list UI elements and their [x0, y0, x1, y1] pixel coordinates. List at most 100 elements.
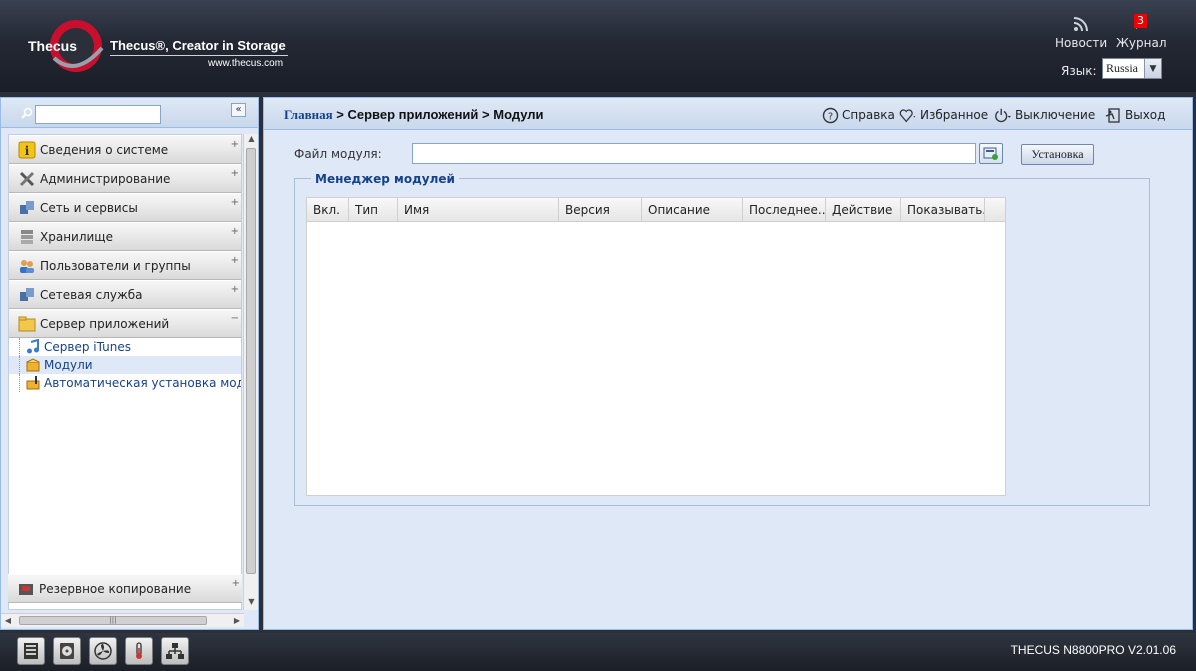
browse-icon	[983, 147, 998, 160]
shutdown-button[interactable]: Выключение	[994, 106, 1095, 124]
app-window: Thecus Thecus®, Creator in Storage www.t…	[0, 0, 1196, 671]
menu-item-app-server[interactable]: Сервер приложений −	[9, 309, 241, 338]
collapse-icon[interactable]: −	[231, 313, 239, 324]
breadcrumb-home-link[interactable]: Главная	[284, 107, 333, 122]
expand-icon[interactable]: +	[232, 578, 240, 589]
collapse-panel-button[interactable]: «	[231, 103, 246, 117]
column-header-name[interactable]: Имя	[398, 198, 559, 221]
server-icon	[24, 643, 38, 659]
menu-vertical-scrollbar[interactable]: ▲ ▼	[243, 134, 258, 610]
storage-icon	[17, 228, 37, 246]
lan-icon	[166, 643, 184, 659]
system-status-button[interactable]	[17, 637, 45, 665]
language-select[interactable]: Russia ▼	[1102, 58, 1162, 79]
info-icon: i	[17, 141, 37, 159]
submenu-item-auto-install[interactable]: Автоматическая установка модуле	[9, 374, 241, 392]
column-header-action[interactable]: Действие	[826, 198, 901, 221]
favorites-label: Избранное	[920, 108, 989, 122]
logout-button[interactable]: Выход	[1104, 106, 1165, 124]
breadcrumb-separator: >	[332, 107, 348, 122]
expand-icon[interactable]: +	[231, 139, 239, 150]
module-icon	[25, 357, 41, 373]
firmware-version: THECUS N8800PRO V2.01.06	[1010, 643, 1176, 657]
column-header-description[interactable]: Описание	[642, 198, 743, 221]
menu-item-label: Сведения о системе	[40, 142, 169, 157]
menu-item-backup[interactable]: Резервное копирование +	[8, 574, 242, 603]
column-header-enabled[interactable]: Вкл.	[307, 198, 349, 221]
menu-item-label: Администрирование	[40, 171, 171, 186]
module-manager-panel: Менеджер модулей Вкл. Тип Имя Версия Опи…	[294, 172, 1150, 506]
menu-horizontal-scrollbar[interactable]: ◀ ||| ▶	[1, 613, 244, 627]
menu-item-label: Сетевая служба	[40, 287, 143, 302]
scroll-left-icon[interactable]: ◀	[1, 614, 15, 628]
expand-icon[interactable]: +	[231, 168, 239, 179]
menu-search-input[interactable]	[35, 105, 161, 124]
menu-item-system-info[interactable]: i Сведения о системе +	[9, 135, 241, 164]
help-button[interactable]: ? Справка	[821, 106, 895, 124]
tools-icon	[17, 170, 37, 188]
auto-install-icon	[25, 375, 41, 391]
help-label: Справка	[842, 108, 895, 122]
menu-item-users-groups[interactable]: Пользователи и группы +	[9, 251, 241, 280]
network-icon	[17, 199, 37, 217]
module-file-input[interactable]	[412, 143, 976, 164]
menu-item-label: Сеть и сервисы	[40, 200, 138, 215]
brand-divider	[110, 55, 288, 56]
app-server-icon	[17, 315, 37, 333]
logo-text: Thecus	[28, 38, 78, 54]
expand-icon[interactable]: +	[231, 284, 239, 295]
scrollbar-thumb[interactable]: |||	[19, 616, 207, 625]
scroll-down-icon[interactable]: ▼	[244, 597, 259, 610]
menu-item-network[interactable]: Сеть и сервисы +	[9, 193, 241, 222]
language-value: Russia	[1106, 61, 1139, 75]
disk-status-button[interactable]	[53, 637, 81, 665]
users-icon	[17, 257, 37, 275]
menu-item-administration[interactable]: Администрирование +	[9, 164, 241, 193]
news-link[interactable]: Новости	[1055, 14, 1107, 50]
module-manager-title: Менеджер модулей	[311, 172, 459, 186]
brand-tagline: Thecus®, Creator in Storage	[110, 38, 286, 53]
favorites-button[interactable]: Избранное	[899, 106, 988, 124]
menu-item-label: Резервное копирование	[39, 581, 192, 596]
chevron-down-icon[interactable]: ▼	[1144, 59, 1161, 78]
scrollbar-thumb[interactable]	[246, 148, 256, 574]
svg-text:i: i	[25, 144, 30, 158]
temperature-status-button[interactable]	[125, 637, 153, 665]
table-header: Вкл. Тип Имя Версия Описание Последнее..…	[307, 198, 1005, 222]
fan-status-button[interactable]	[89, 637, 117, 665]
column-header-last[interactable]: Последнее...	[743, 198, 826, 221]
expand-icon[interactable]: +	[231, 226, 239, 237]
svg-text:?: ?	[827, 111, 832, 122]
expand-icon[interactable]: +	[231, 255, 239, 266]
submenu-item-itunes[interactable]: Сервер iTunes	[9, 338, 241, 356]
module-file-label: Файл модуля:	[294, 147, 382, 161]
left-panel: « i Сведения о системе + Администрирован…	[0, 97, 259, 630]
column-header-version[interactable]: Версия	[559, 198, 642, 221]
help-icon: ?	[821, 106, 839, 124]
rss-icon	[1073, 17, 1089, 32]
network-status-button[interactable]	[161, 637, 189, 665]
breadcrumb-separator: >	[478, 107, 494, 122]
submenu-item-label: Сервер iTunes	[44, 340, 131, 354]
menu-item-network-service[interactable]: Сетевая служба +	[9, 280, 241, 309]
column-header-type[interactable]: Тип	[349, 198, 398, 221]
left-panel-header: «	[1, 98, 258, 128]
browse-file-button[interactable]	[979, 143, 1003, 164]
expand-icon[interactable]: +	[231, 197, 239, 208]
itunes-icon	[25, 339, 41, 355]
logout-label: Выход	[1125, 108, 1166, 122]
journal-label: Журнал	[1116, 36, 1167, 50]
journal-badge: 3	[1134, 14, 1147, 28]
menu-item-label: Пользователи и группы	[40, 258, 191, 273]
language-label: Язык:	[1061, 64, 1097, 78]
install-button[interactable]: Установка	[1021, 144, 1094, 165]
scroll-right-icon[interactable]: ▶	[230, 614, 244, 628]
breadcrumb: Главная > Сервер приложений > Модули	[284, 107, 544, 123]
journal-link[interactable]: 3 Журнал	[1116, 14, 1167, 50]
column-header-show[interactable]: Показывать...	[901, 198, 985, 221]
submenu-item-modules[interactable]: Модули	[9, 356, 241, 374]
scroll-up-icon[interactable]: ▲	[244, 134, 259, 147]
heart-icon	[899, 106, 917, 124]
fan-icon	[94, 642, 112, 660]
menu-item-storage[interactable]: Хранилище +	[9, 222, 241, 251]
